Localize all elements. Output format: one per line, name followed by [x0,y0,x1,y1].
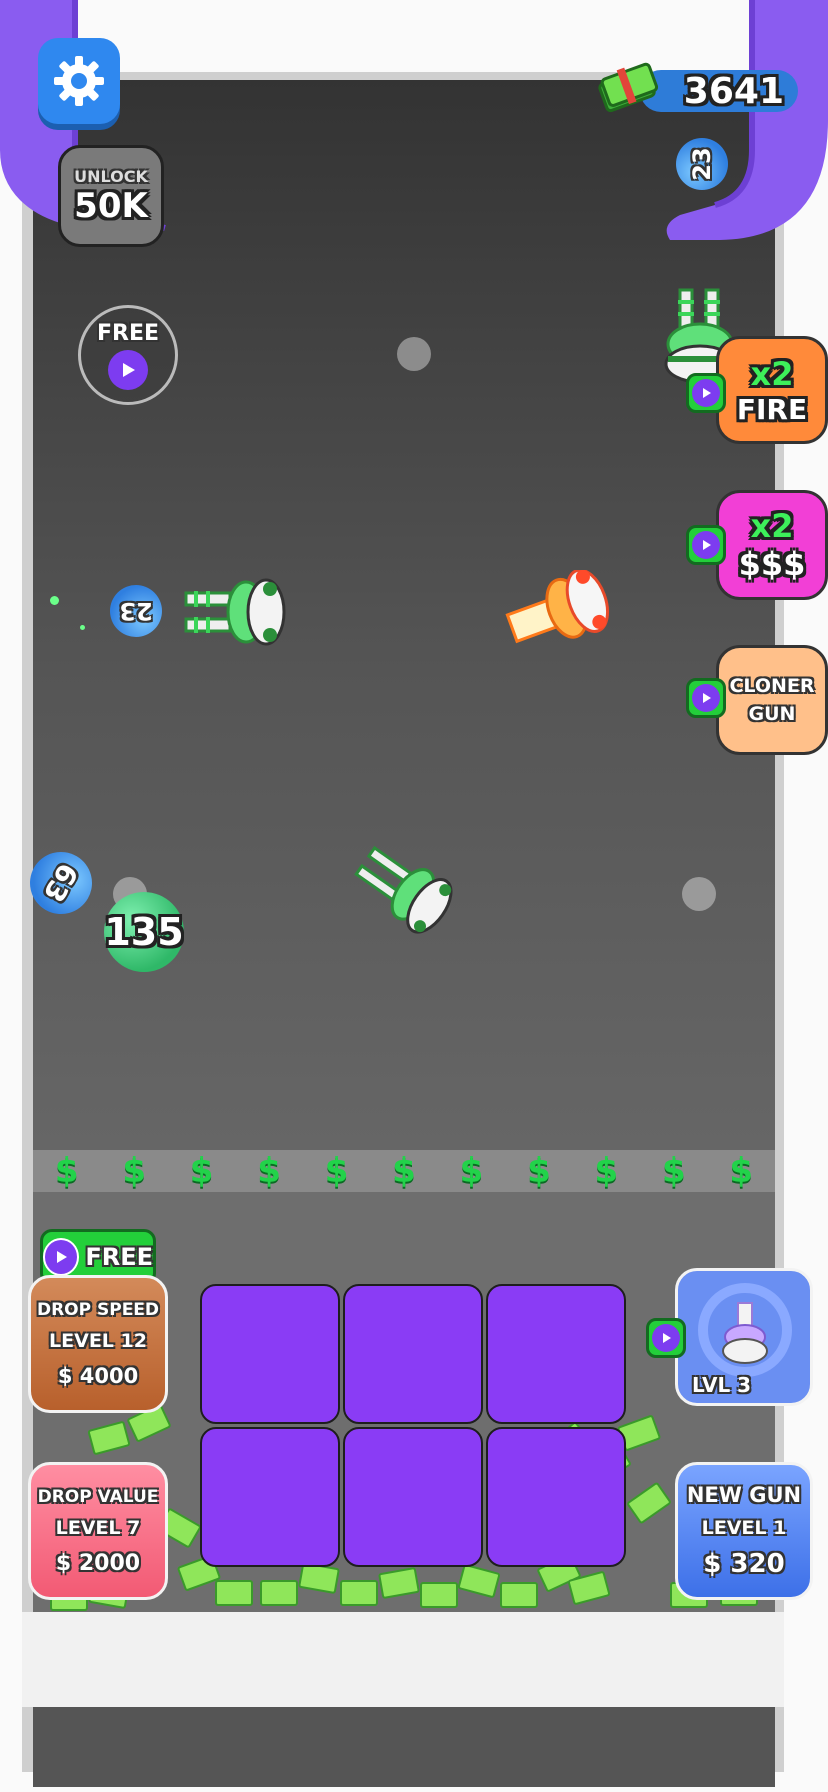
cloner-label: CLONER [729,675,815,697]
peg [682,877,716,911]
new-gun-upgrade[interactable]: NEW GUN LEVEL 1 $ 320 [675,1462,813,1600]
fire-multiplier: x2 [750,354,794,393]
dollar-icon: $ [661,1151,686,1191]
bottom-strip [33,1707,775,1787]
settings-button[interactable] [38,38,120,124]
dollar-icon: $ [594,1151,619,1191]
particle [80,625,85,630]
drop-speed-upgrade[interactable]: DROP SPEED LEVEL 12 $ 4000 [28,1275,168,1413]
money-label: $$$ [738,545,806,583]
cloner-gun-button[interactable]: CLONER GUN [716,645,828,755]
drop-value-price: $ 2000 [55,1550,141,1576]
dollar-icon: $ [189,1151,214,1191]
dollar-icon: $ [257,1151,281,1191]
free-reward-button[interactable]: FREE [78,305,178,405]
ball: 135 [104,892,184,972]
double-fire-button[interactable]: x2 FIRE [716,336,828,444]
grid-slot[interactable] [200,1427,340,1567]
new-gun-title: NEW GUN [686,1483,802,1507]
new-gun-level: LEVEL 1 [701,1517,787,1539]
grid-slot[interactable] [343,1284,483,1424]
right-ball-pipe [666,0,828,240]
drop-value-title: DROP VALUE [37,1486,159,1507]
double-money-button[interactable]: x2 $$$ [716,490,828,600]
play-icon [692,684,720,712]
grid-slot[interactable] [486,1427,626,1567]
dollar-icon: $ [122,1151,147,1191]
unlock-label: UNLOCK [74,166,148,186]
drop-speed-title: DROP SPEED [36,1300,160,1320]
play-icon [43,1238,80,1276]
gun-preview-card[interactable]: LVL 3 [675,1268,813,1406]
ball: 23 [110,585,162,637]
dollar-strip: $ $ $ $ $ $ $ $ $ $ $ [33,1150,775,1192]
dollar-icon: $ [459,1151,484,1191]
dollar-icon: $ [392,1151,416,1191]
particle [50,596,59,605]
play-icon [692,379,720,407]
ball-value: 63 [36,857,86,909]
money-counter: 3641 [640,70,798,112]
peg [397,337,431,371]
grid-slot[interactable] [486,1284,626,1424]
ad-play-button[interactable] [686,373,726,413]
unlock-button[interactable]: UNLOCK 50K [58,145,164,247]
fire-label: FIRE [736,392,808,426]
play-icon [108,349,148,390]
dollar-icon: $ [324,1151,349,1191]
turret-icon [354,845,453,934]
unlock-cost: 50K [74,185,148,226]
play-icon [652,1324,680,1352]
free-reward-label: FREE [96,320,160,346]
ball-value: 135 [104,910,184,954]
dollar-icon: $ [729,1151,754,1191]
turret-icon [184,578,286,646]
free-upgrade-label: FREE [85,1243,153,1271]
cloner-sublabel: GUN [748,703,796,725]
new-gun-price: $ 320 [703,1549,785,1579]
gun-preview-level: LVL 3 [692,1373,752,1397]
gear-icon [54,56,104,106]
ball-value: 23 [688,147,716,181]
ball: 23 [676,138,728,190]
play-icon [692,531,720,559]
money-value: 3641 [683,70,784,112]
drop-value-level: LEVEL 7 [55,1516,141,1539]
drop-speed-price: $ 4000 [57,1364,139,1388]
ad-play-button[interactable] [646,1318,686,1358]
drop-speed-level: LEVEL 12 [49,1330,147,1352]
cash-icon [598,62,658,113]
money-multiplier: x2 [750,507,794,545]
turret-icon [505,570,610,644]
ball-value: 23 [119,597,153,625]
drop-value-upgrade[interactable]: DROP VALUE LEVEL 7 $ 2000 [28,1462,168,1600]
dollar-icon: $ [527,1151,551,1191]
merge-grid [200,1284,626,1567]
turret-icon [722,1302,768,1364]
floor [22,1612,784,1707]
dollar-icon: $ [54,1151,79,1191]
ad-play-button[interactable] [686,525,726,565]
grid-slot[interactable] [343,1427,483,1567]
ad-play-button[interactable] [686,678,726,718]
grid-slot[interactable] [200,1284,340,1424]
